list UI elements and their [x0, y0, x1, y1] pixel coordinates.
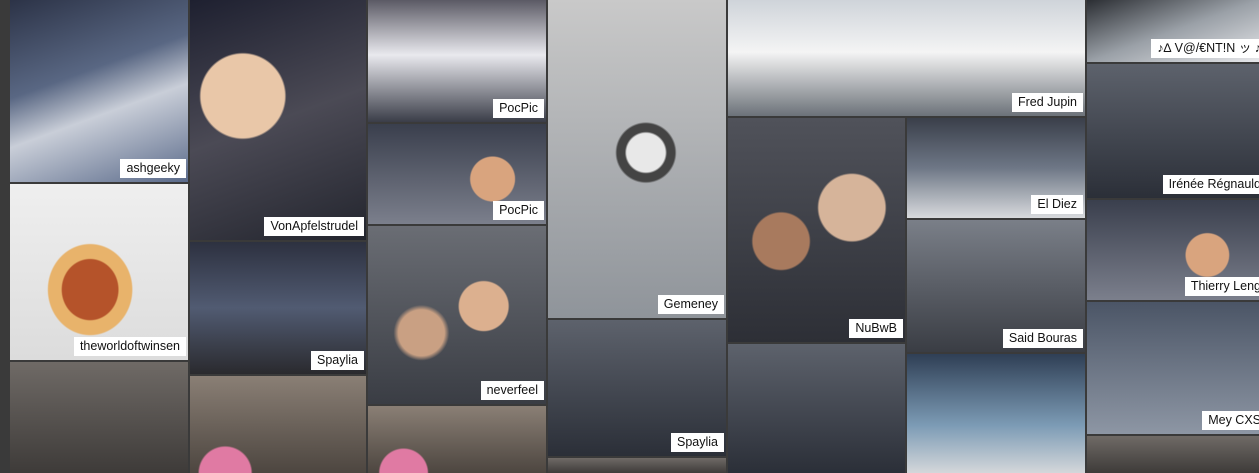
photo-tile-bottom-4[interactable]: [548, 458, 726, 473]
photo-tile-spaylia-2[interactable]: Spaylia: [548, 320, 726, 456]
photo-caption: theworldoftwinsen: [73, 337, 186, 356]
photo-tile-gemeney[interactable]: Gemeney: [548, 0, 726, 318]
photo-tile-theworldoftwinsen[interactable]: theworldoftwinsen: [10, 184, 188, 360]
photo-tile-pocpic-2[interactable]: PocPic: [368, 124, 546, 224]
photo-caption: Mey CXS: [1202, 411, 1259, 430]
photo: [368, 406, 546, 473]
photo-caption: PocPic: [493, 99, 544, 118]
photo-tile-thierry[interactable]: Thierry Leng: [1087, 200, 1259, 300]
photo-caption: Spaylia: [671, 433, 724, 452]
photo: [190, 0, 366, 240]
photo: [728, 118, 905, 342]
photo-tile-nubwb[interactable]: NuBwB: [728, 118, 905, 342]
photo-caption: Said Bouras: [1002, 329, 1083, 348]
photo-tile-ashgeeky[interactable]: ashgeeky: [10, 0, 188, 182]
photo-tile-pink-2[interactable]: [368, 406, 546, 473]
photo-tile-hall[interactable]: [10, 362, 188, 473]
photo: [10, 0, 188, 182]
photo: [728, 344, 905, 473]
photo: [368, 226, 546, 404]
photo: [190, 376, 366, 473]
photo-tile-mey[interactable]: Mey CXS: [1087, 302, 1259, 434]
photo-caption: Spaylia: [311, 351, 364, 370]
photo-tile-bottom-6[interactable]: [1087, 436, 1259, 473]
photo-tile-fredjupin[interactable]: Fred Jupin: [728, 0, 1085, 116]
photo-tile-spaylia-1[interactable]: Spaylia: [190, 242, 366, 374]
photo-caption: Thierry Leng: [1184, 277, 1259, 296]
photo-wall: ashgeeky theworldoftwinsen VonApfelstrud…: [0, 0, 1259, 473]
photo: [10, 362, 188, 473]
photo-caption: Gemeney: [657, 295, 724, 314]
photo-tile-vonapfelstrudel[interactable]: VonApfelstrudel: [190, 0, 366, 240]
photo: [1087, 436, 1259, 473]
photo: [548, 0, 726, 318]
photo-caption: Fred Jupin: [1011, 93, 1083, 112]
photo-tile-event[interactable]: [728, 344, 905, 473]
photo-tile-saidbouras[interactable]: Said Bouras: [907, 220, 1085, 352]
photo-caption: Irénée Régnauld: [1162, 175, 1259, 194]
photo-caption: neverfeel: [480, 381, 544, 400]
photo: [907, 354, 1085, 473]
photo: [10, 184, 188, 360]
photo-tile-pocpic-1[interactable]: PocPic: [368, 0, 546, 122]
photo-caption: ashgeeky: [120, 159, 186, 178]
photo-tile-roof[interactable]: [907, 354, 1085, 473]
photo-caption: PocPic: [493, 201, 544, 220]
photo-tile-irenee[interactable]: Irénée Régnauld: [1087, 64, 1259, 198]
photo-tile-eldiez[interactable]: El Diez: [907, 118, 1085, 218]
photo-tile-pink[interactable]: [190, 376, 366, 473]
photo-caption: VonApfelstrudel: [264, 217, 364, 236]
photo-caption: ♪∆ V@/€NT!N ッ ♪: [1151, 39, 1259, 58]
photo-caption: NuBwB: [849, 319, 903, 338]
photo-tile-valentin[interactable]: ♪∆ V@/€NT!N ッ ♪: [1087, 0, 1259, 62]
photo-caption: El Diez: [1031, 195, 1083, 214]
photo-tile-neverfeel[interactable]: neverfeel: [368, 226, 546, 404]
photo: [548, 458, 726, 473]
